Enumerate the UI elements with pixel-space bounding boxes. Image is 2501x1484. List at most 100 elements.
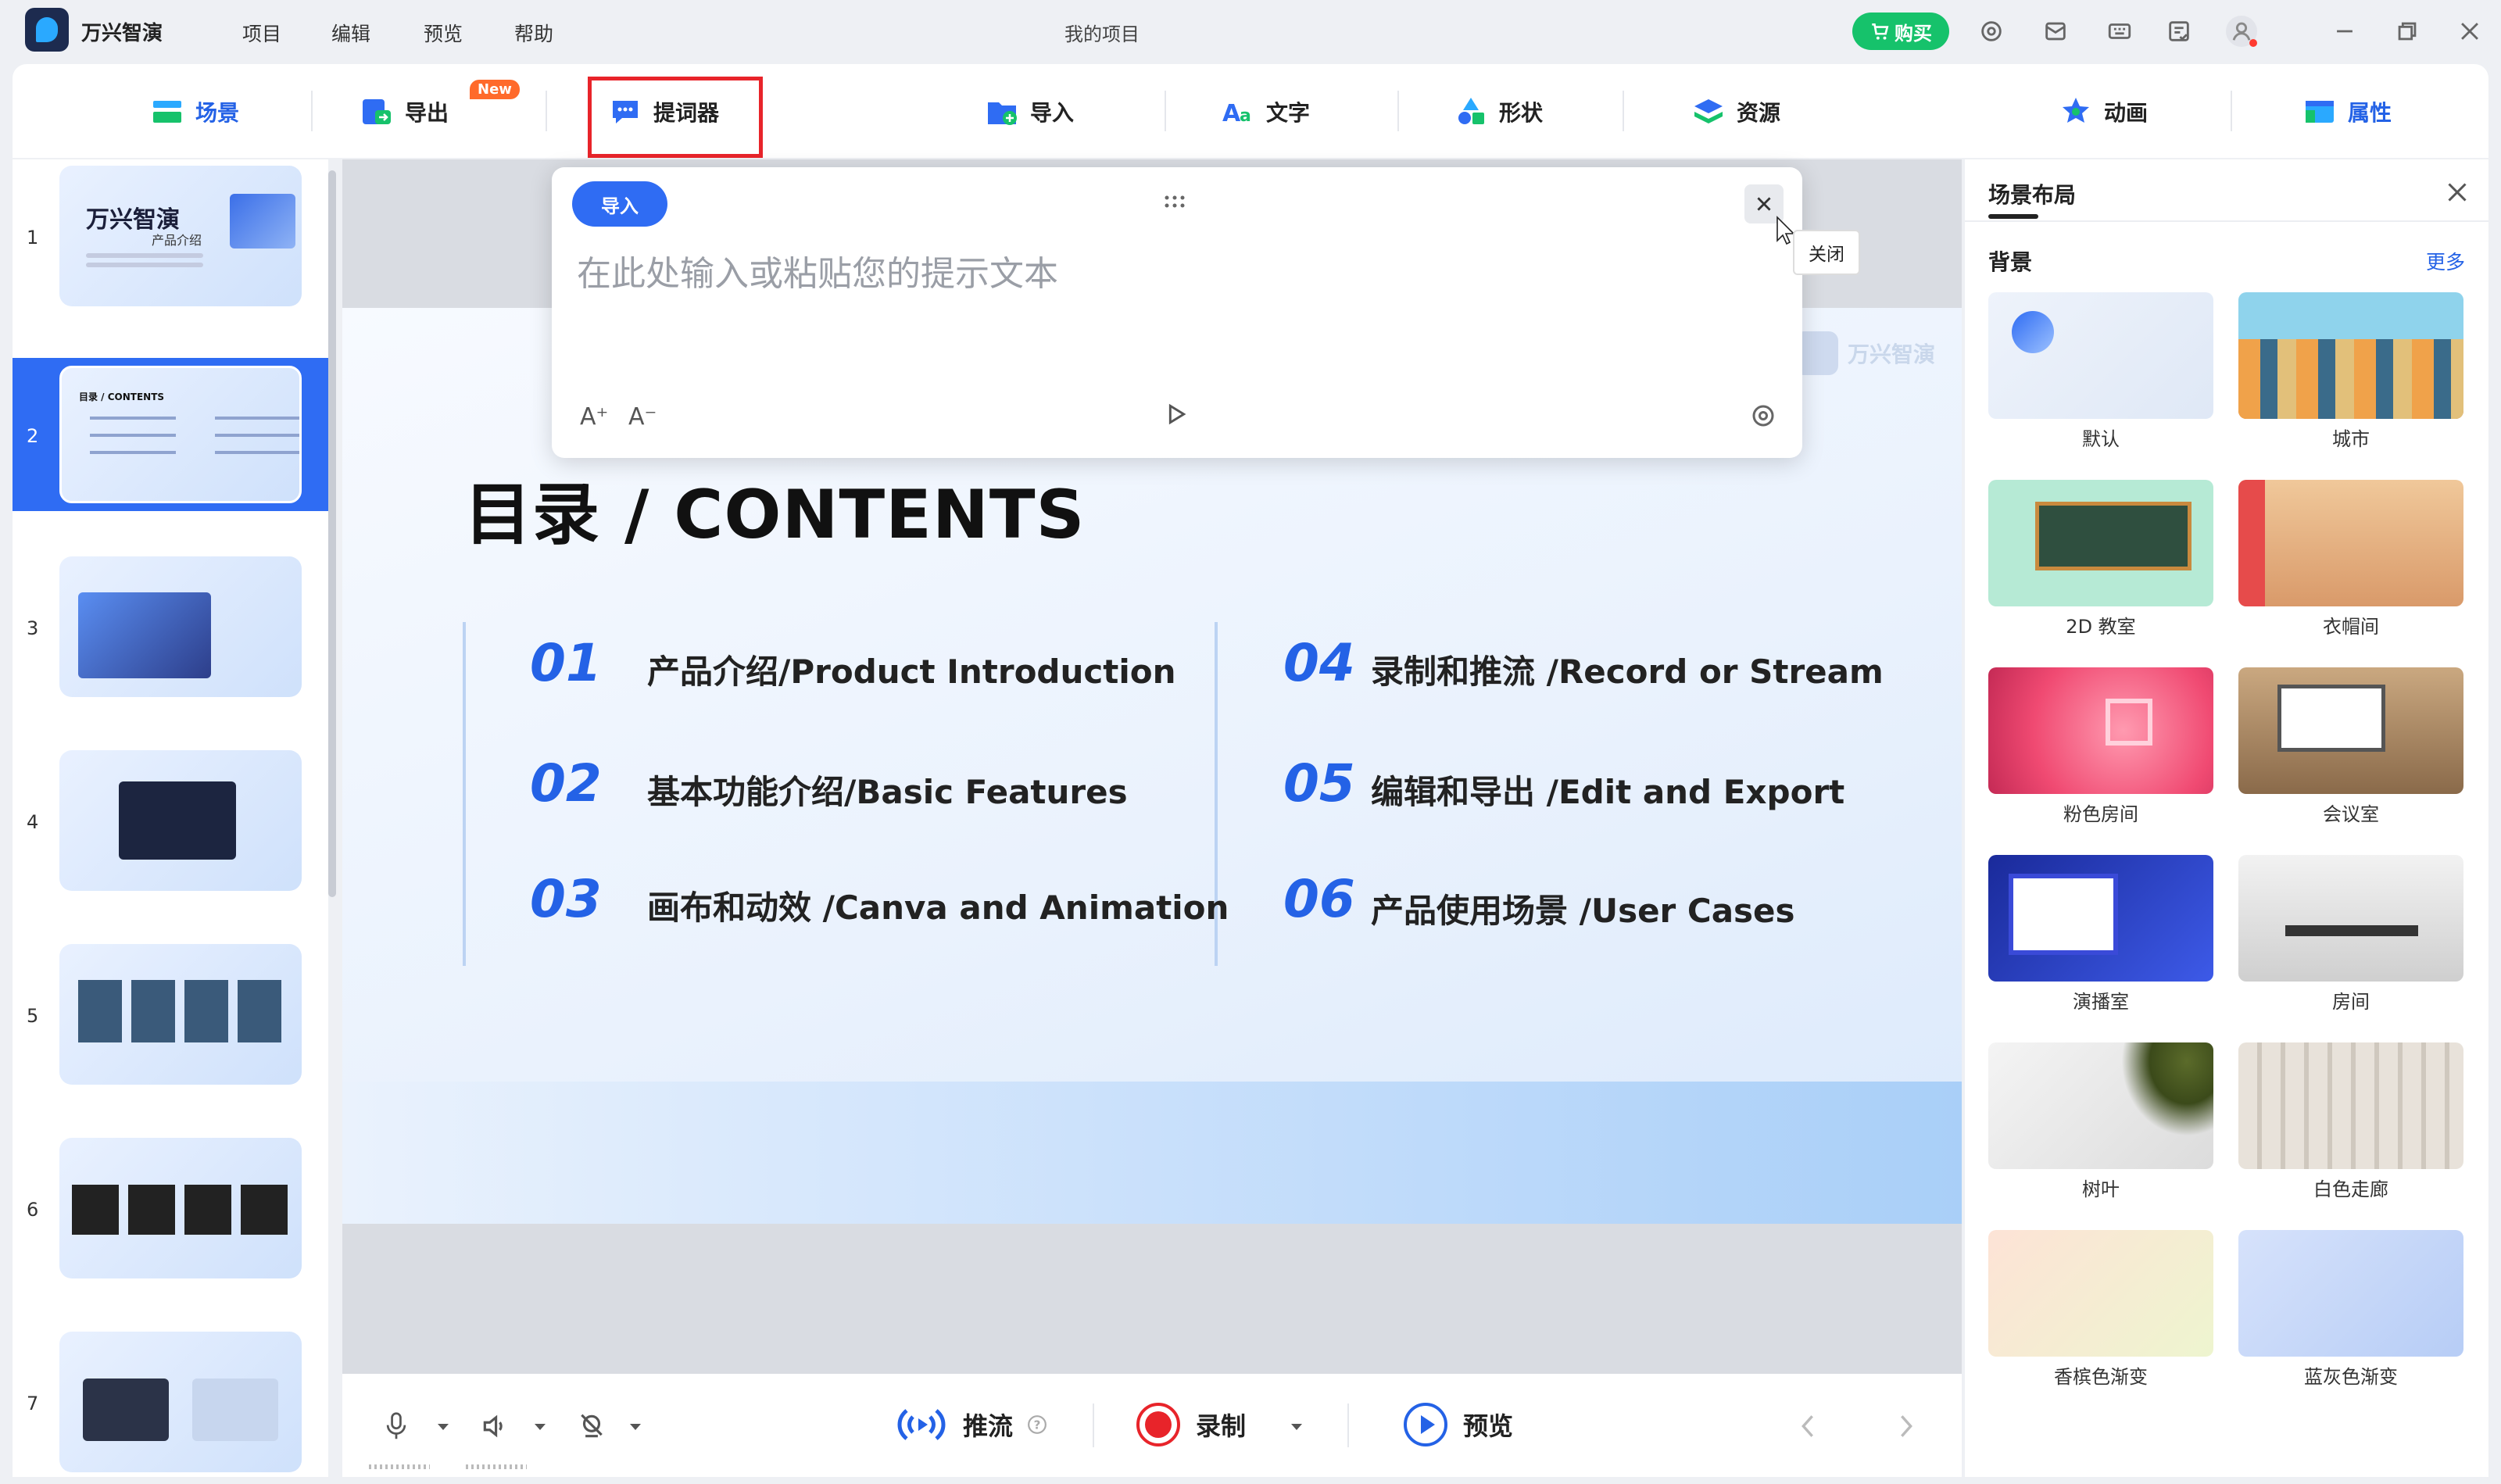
bg-white-corridor[interactable] <box>2238 1042 2463 1169</box>
bg-blue-grey-gradient[interactable] <box>2238 1230 2463 1357</box>
bg-label: 2D 教室 <box>2066 616 2136 638</box>
tool-properties[interactable]: 属性 <box>2302 92 2392 131</box>
menu-help[interactable]: 帮助 <box>514 19 553 47</box>
next-slide-icon[interactable] <box>1896 1413 1916 1439</box>
svg-text:A: A <box>1222 100 1241 127</box>
slide-heading[interactable]: 目录 / CONTENTS <box>464 460 1085 557</box>
toc-item-text[interactable]: 基本功能介绍/Basic Features <box>647 766 1128 814</box>
toc-item-text[interactable]: 录制和推流 /Record or Stream <box>1371 645 1884 693</box>
bg-city[interactable] <box>2238 292 2463 419</box>
slide-thumbnail-active[interactable]: 2 目录 / CONTENTS <box>13 358 328 511</box>
chevron-down-icon[interactable] <box>628 1422 642 1432</box>
slide-thumbnail[interactable]: 5 <box>13 938 328 1091</box>
slide-thumbnail[interactable]: 7 <box>13 1325 328 1479</box>
bg-cloakroom[interactable] <box>2238 480 2463 606</box>
toc-item-text[interactable]: 画布和动效 /Canva and Animation <box>647 881 1229 929</box>
minimize-icon[interactable] <box>2329 16 2360 47</box>
title-bar: 万兴智演 项目 编辑 预览 帮助 我的项目 购买 <box>0 0 2501 63</box>
menu-preview[interactable]: 预览 <box>424 19 463 47</box>
slide-thumbnail[interactable]: 4 <box>13 744 328 897</box>
buy-button[interactable]: 购买 <box>1852 13 1949 50</box>
close-icon <box>1757 197 1771 211</box>
svg-text:?: ? <box>1034 1418 1041 1432</box>
task-list-icon[interactable] <box>2163 16 2195 47</box>
help-icon[interactable]: ? <box>1027 1414 1047 1435</box>
slide-preview: 目录 / CONTENTS <box>59 366 302 503</box>
slide-number: 2 <box>27 425 39 447</box>
toolbar-divider <box>1397 91 1399 131</box>
tool-scene[interactable]: 场景 <box>150 92 239 131</box>
keyboard-icon[interactable] <box>2104 16 2135 47</box>
bg-studio[interactable] <box>1988 855 2213 982</box>
tool-import[interactable]: 导入 <box>985 92 1074 131</box>
bg-label: 会议室 <box>2323 803 2379 825</box>
toc-item-text[interactable]: 产品使用场景 /User Cases <box>1371 885 1795 932</box>
bottom-control-bar: 推流 ? 录制 预览 <box>342 1374 1962 1477</box>
bottom-divider <box>1093 1404 1094 1447</box>
chevron-down-icon[interactable] <box>436 1422 450 1432</box>
slide-list-scrollbar[interactable] <box>328 170 336 897</box>
text-icon: Aa <box>1221 95 1255 129</box>
slide-bottom-band <box>342 1082 1962 1224</box>
slide-thumbnail[interactable]: 3 <box>13 550 328 703</box>
toc-number[interactable]: 03 <box>530 869 602 929</box>
thumb-toc-lines <box>90 417 176 420</box>
prompter-settings-icon[interactable] <box>1749 402 1777 430</box>
bg-room[interactable] <box>2238 855 2463 982</box>
bg-label: 白色走廊 <box>2313 1178 2388 1200</box>
restore-icon[interactable] <box>2392 16 2423 47</box>
previous-slide-icon[interactable] <box>1798 1413 1818 1439</box>
toc-item-text[interactable]: 产品介绍/Product Introduction <box>647 645 1176 693</box>
bg-2d-classroom[interactable] <box>1988 480 2213 606</box>
toc-number[interactable]: 01 <box>530 633 602 693</box>
bg-leaves[interactable] <box>1988 1042 2213 1169</box>
bg-meeting-room[interactable] <box>2238 667 2463 794</box>
tool-shape[interactable]: 形状 <box>1454 92 1543 131</box>
prompter-import-button[interactable]: 导入 <box>572 181 667 227</box>
prompter-text-input[interactable]: 在此处输入或粘贴您的提示文本 <box>577 245 1058 295</box>
toc-item-text[interactable]: 编辑和导出 /Edit and Export <box>1371 766 1844 814</box>
preview-label: 预览 <box>1463 1411 1514 1441</box>
tool-animation[interactable]: 动画 <box>2059 92 2148 131</box>
chevron-down-icon[interactable] <box>533 1422 547 1432</box>
record-button[interactable]: 录制 <box>1135 1400 1246 1449</box>
play-icon[interactable] <box>1163 402 1188 427</box>
speaker-icon[interactable] <box>480 1411 510 1441</box>
menu-edit[interactable]: 编辑 <box>331 19 370 47</box>
tool-text[interactable]: Aa 文字 <box>1221 92 1310 131</box>
mail-icon[interactable] <box>2040 16 2071 47</box>
tool-export[interactable]: 导出 <box>360 92 449 131</box>
slide-thumbnail[interactable]: 1 万兴智演 产品介绍 <box>13 159 328 313</box>
chevron-down-icon[interactable] <box>1290 1422 1304 1432</box>
microphone-icon[interactable] <box>383 1411 410 1441</box>
toc-number[interactable]: 05 <box>1283 753 1355 814</box>
tool-scene-label: 场景 <box>195 100 240 126</box>
menu-project[interactable]: 项目 <box>242 19 281 47</box>
font-increase-button[interactable]: A⁺ <box>580 403 608 431</box>
toc-number[interactable]: 06 <box>1283 869 1355 929</box>
bg-champagne-gradient[interactable] <box>1988 1230 2213 1357</box>
font-decrease-button[interactable]: A⁻ <box>628 403 657 431</box>
stream-button[interactable]: 推流 ? <box>894 1400 1047 1449</box>
bg-decor <box>2009 874 2118 955</box>
bg-decor <box>2012 311 2054 353</box>
camera-off-icon[interactable] <box>577 1411 606 1441</box>
user-avatar-icon[interactable] <box>2226 16 2257 47</box>
more-link[interactable]: 更多 <box>2426 247 2465 275</box>
slide-list: 1 万兴智演 产品介绍 2 目录 / CONTENTS 3 4 5 6 7 <box>13 159 328 1477</box>
window-close-icon[interactable] <box>2454 16 2485 47</box>
panel-close-icon[interactable] <box>2443 178 2471 206</box>
tool-resource[interactable]: 资源 <box>1691 92 1780 131</box>
slide-preview <box>59 1138 302 1278</box>
drag-handle-icon[interactable] <box>1163 194 1186 209</box>
toc-number[interactable]: 04 <box>1283 633 1355 693</box>
slide-preview <box>59 1332 302 1472</box>
bg-pink-room[interactable] <box>1988 667 2213 794</box>
bg-label: 粉色房间 <box>2063 803 2138 825</box>
preview-button[interactable]: 预览 <box>1402 1400 1513 1449</box>
toc-number[interactable]: 02 <box>530 753 602 814</box>
slide-thumbnail[interactable]: 6 <box>13 1132 328 1285</box>
settings-icon[interactable] <box>1976 16 2007 47</box>
speaker-level-meter <box>466 1464 527 1469</box>
bg-default[interactable] <box>1988 292 2213 419</box>
